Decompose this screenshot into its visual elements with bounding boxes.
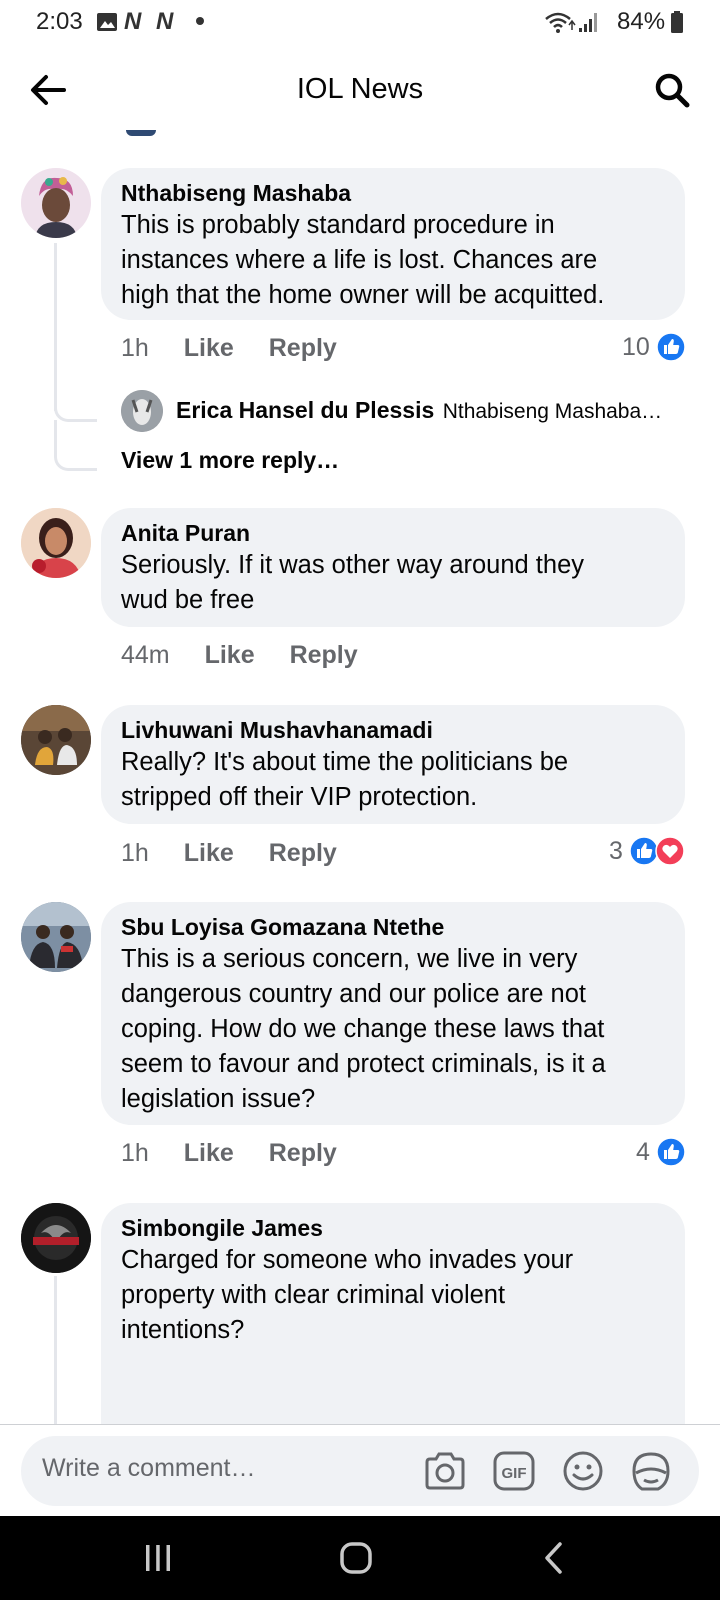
reaction-summary[interactable]: 10 (622, 332, 686, 362)
page-title: IOL News (296, 73, 424, 105)
recent-apps-icon[interactable] (142, 1542, 174, 1574)
comment-bubble[interactable]: Livhuwani Mushavhanamadi Really? It's ab… (101, 705, 685, 824)
comment-actions: 1h Like Reply (121, 839, 337, 868)
reply-preview[interactable]: Erica Hansel du Plessis Nthabiseng Masha… (176, 397, 662, 424)
like-button[interactable]: Like (205, 641, 255, 669)
like-button[interactable]: Like (184, 1139, 234, 1167)
back-icon[interactable] (538, 1540, 570, 1576)
comment-bubble[interactable]: Anita Puran Seriously. If it was other w… (101, 508, 685, 627)
reply-button[interactable]: Reply (269, 839, 337, 867)
like-reaction-icon (656, 1137, 686, 1167)
n-icon: N (124, 8, 142, 35)
dot-icon (196, 17, 204, 25)
comment-author[interactable]: Livhuwani Mushavhanamadi (121, 717, 433, 744)
reply-author[interactable]: Erica Hansel du Plessis (176, 397, 434, 423)
search-icon[interactable] (652, 70, 692, 110)
battery-icon (671, 11, 683, 33)
home-icon[interactable] (338, 1540, 374, 1576)
love-reaction-icon (655, 836, 685, 866)
reaction-count: 3 (609, 836, 623, 865)
comment-text: Charged for someone who invades your pro… (121, 1246, 574, 1344)
comment-bubble[interactable]: Simbongile James Charged for someone who… (101, 1203, 685, 1443)
like-button[interactable]: Like (184, 334, 234, 362)
comment-actions: 1h Like Reply (121, 1139, 337, 1168)
wifi-icon (545, 12, 576, 33)
comment-actions: 44m Like Reply (121, 641, 358, 670)
like-button[interactable]: Like (184, 839, 234, 867)
sticker-icon[interactable] (628, 1449, 674, 1493)
view-more-replies-link[interactable]: View 1 more reply… (121, 447, 339, 474)
reaction-summary[interactable]: 3 (609, 836, 685, 866)
battery-percent: 84% (617, 8, 666, 35)
emoji-icon[interactable] (561, 1449, 605, 1493)
svg-text:GIF: GIF (502, 1465, 527, 1482)
reply-button[interactable]: Reply (290, 641, 358, 669)
comment-text: Seriously. If it was other way around th… (121, 551, 584, 614)
thread-branch (54, 395, 97, 422)
image-icon (97, 13, 117, 31)
comment-time: 1h (121, 1139, 149, 1167)
signal-icon (579, 13, 597, 32)
thread-line (54, 243, 57, 411)
avatar[interactable] (21, 902, 91, 972)
reply-button[interactable]: Reply (269, 1139, 337, 1167)
n-icon: N (156, 8, 174, 35)
comment-placeholder[interactable]: Write a comment… (42, 1454, 255, 1483)
comment-bubble[interactable]: Nthabiseng Mashaba This is probably stan… (101, 168, 685, 320)
status-time: 2:03 (36, 8, 83, 35)
comment-text: This is probably standard procedure in i… (121, 211, 605, 309)
avatar[interactable] (21, 1203, 91, 1273)
status-bar: 2:03 N N 84% (0, 0, 720, 46)
avatar[interactable] (21, 705, 91, 775)
camera-icon[interactable] (423, 1450, 467, 1492)
like-reaction-icon (656, 332, 686, 362)
reply-snippet: Nthabiseng Mashaba… (442, 400, 663, 423)
reaction-count: 10 (622, 332, 650, 361)
thread-line (54, 1276, 57, 1426)
comment-bubble[interactable]: Sbu Loyisa Gomazana Ntethe This is a ser… (101, 902, 685, 1125)
comment-time: 44m (121, 641, 170, 669)
avatar[interactable] (21, 168, 91, 238)
thread-branch (54, 420, 97, 471)
gif-icon[interactable]: GIF (492, 1450, 536, 1492)
reaction-count: 4 (636, 1137, 650, 1166)
avatar[interactable] (126, 130, 156, 136)
avatar[interactable] (21, 508, 91, 578)
comment-author[interactable]: Nthabiseng Mashaba (121, 180, 351, 207)
avatar[interactable] (121, 390, 163, 432)
reply-button[interactable]: Reply (269, 334, 337, 362)
comment-author[interactable]: Anita Puran (121, 520, 250, 547)
reaction-summary[interactable]: 4 (636, 1137, 686, 1167)
comment-author[interactable]: Sbu Loyisa Gomazana Ntethe (121, 914, 444, 941)
comment-text: Really? It's about time the politicians … (121, 748, 569, 811)
comment-actions: 1h Like Reply (121, 334, 337, 363)
comment-text: This is a serious concern, we live in ve… (121, 945, 606, 1113)
comment-time: 1h (121, 839, 149, 867)
comment-author[interactable]: Simbongile James (121, 1215, 323, 1242)
comment-time: 1h (121, 334, 149, 362)
